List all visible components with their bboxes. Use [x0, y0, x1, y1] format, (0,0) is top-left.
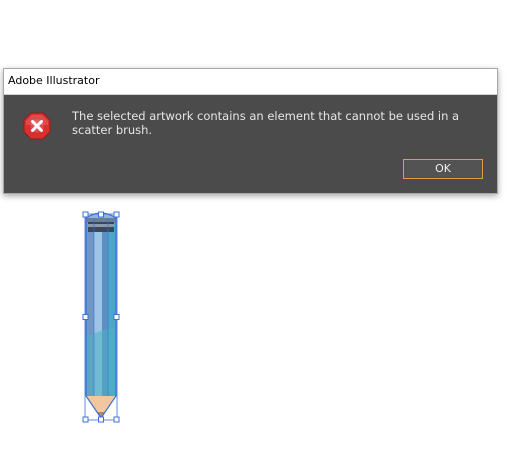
dialog-message: The selected artwork contains an element… — [72, 109, 460, 137]
dialog-titlebar[interactable]: Adobe Illustrator — [4, 69, 497, 95]
pencil-icon — [85, 212, 117, 420]
error-icon — [23, 112, 51, 140]
ok-button[interactable]: OK — [403, 159, 483, 179]
alert-dialog: Adobe Illustrator The selected artwork c… — [3, 68, 498, 194]
dialog-title: Adobe Illustrator — [8, 74, 100, 87]
pencil-artwork[interactable] — [78, 206, 128, 428]
illustrator-canvas[interactable]: Adobe Illustrator The selected artwork c… — [0, 0, 519, 454]
